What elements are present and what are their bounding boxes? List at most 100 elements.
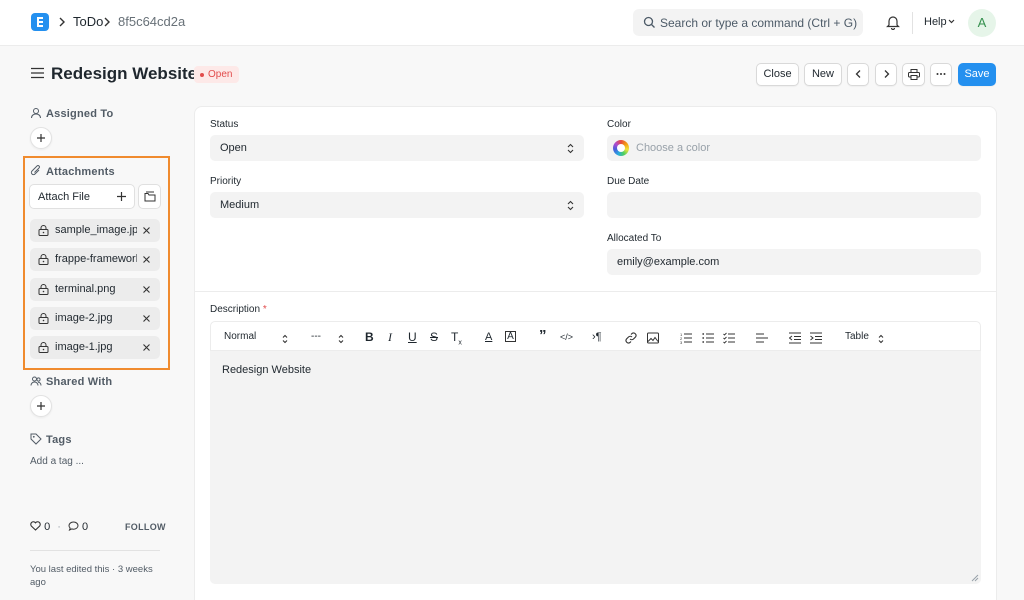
attachment-filename: sample_image.jpg (55, 224, 137, 236)
attachment-item[interactable]: image-1.jpg (30, 336, 160, 359)
help-menu[interactable]: Help (924, 16, 947, 28)
attachment-filename: frappe-framework (55, 253, 137, 265)
follow-button[interactable]: FOLLOW (125, 522, 166, 532)
previous-record-button[interactable] (847, 63, 869, 86)
select-arrows-icon[interactable] (338, 332, 344, 346)
select-arrows-icon (567, 143, 574, 154)
notification-bell-icon[interactable] (886, 14, 900, 30)
select-arrows-icon (567, 200, 574, 211)
bullet-list-icon[interactable] (702, 331, 714, 345)
italic-icon[interactable]: I (388, 330, 392, 344)
app-logo[interactable] (31, 13, 49, 31)
tag-icon (30, 433, 42, 445)
file-manager-button[interactable] (138, 184, 161, 209)
chevron-right-icon (103, 15, 113, 29)
plus-icon (37, 134, 45, 142)
heading-select[interactable]: Normal (224, 330, 256, 344)
search-placeholder: Search or type a command (Ctrl + G) (660, 16, 858, 30)
attach-file-label: Attach File (38, 191, 90, 203)
ordered-list-icon[interactable]: 123 (680, 331, 692, 345)
image-icon[interactable] (647, 331, 659, 345)
breadcrumb-todo[interactable]: ToDo (73, 15, 103, 29)
svg-text:3: 3 (680, 340, 683, 345)
chevron-down-icon[interactable] (947, 17, 956, 26)
allocated-to-field[interactable]: emily@example.com (607, 249, 981, 275)
strikethrough-icon[interactable]: S (430, 330, 438, 344)
select-arrows-icon[interactable] (878, 332, 884, 346)
attachment-item[interactable]: sample_image.jpg (30, 219, 160, 242)
status-select[interactable]: Open (210, 135, 584, 161)
attachment-item[interactable]: image-2.jpg (30, 307, 160, 330)
close-icon[interactable] (142, 255, 151, 264)
add-share-button[interactable] (30, 395, 52, 417)
next-record-button[interactable] (875, 63, 897, 86)
likes-comments: 0 · 0 (30, 521, 88, 533)
print-button[interactable] (902, 63, 925, 86)
new-button[interactable]: New (804, 63, 842, 86)
attachment-item[interactable]: frappe-framework (30, 248, 160, 271)
description-content[interactable]: Redesign Website (222, 364, 311, 377)
lock-icon (38, 313, 49, 324)
sidebar-toggle-icon[interactable] (31, 67, 44, 79)
select-arrows-icon[interactable] (282, 332, 288, 346)
align-left-icon[interactable] (756, 331, 768, 345)
close-icon[interactable] (142, 285, 151, 294)
link-icon[interactable] (625, 331, 637, 345)
avatar[interactable]: A (968, 9, 996, 37)
user-icon (31, 108, 41, 119)
resize-handle-icon[interactable] (971, 574, 979, 582)
section-divider (195, 291, 996, 292)
shared-with-section: Shared With (30, 376, 112, 388)
bold-icon[interactable]: B (365, 330, 374, 344)
required-mark: * (262, 304, 267, 315)
blockquote-icon[interactable]: ” (539, 328, 547, 343)
table-select[interactable]: Table (845, 330, 869, 344)
breadcrumb-record-id[interactable]: 8f5c64cd2a (118, 15, 185, 29)
underline-icon[interactable]: U (408, 330, 417, 344)
highlight-color-icon[interactable]: A (505, 331, 516, 342)
color-wheel-icon[interactable] (613, 140, 629, 156)
checklist-icon[interactable] (723, 331, 735, 345)
indent-icon[interactable] (810, 331, 822, 345)
priority-select[interactable]: Medium (210, 192, 584, 218)
text-direction-icon[interactable]: ›¶ (592, 330, 602, 344)
description-editor[interactable]: Redesign Website (210, 351, 981, 584)
likes-count: 0 (44, 521, 51, 533)
color-placeholder: Choose a color (636, 142, 710, 154)
priority-label: Priority (210, 176, 242, 187)
close-icon[interactable] (142, 314, 151, 323)
close-icon[interactable] (142, 226, 151, 235)
save-button[interactable]: Save (958, 63, 996, 86)
heart-icon[interactable] (30, 521, 41, 531)
chevron-left-icon (855, 70, 860, 78)
users-icon (30, 376, 42, 386)
more-actions-button[interactable] (930, 63, 952, 86)
status-badge: Open (194, 66, 240, 83)
attach-file-button[interactable]: Attach File (29, 184, 135, 209)
add-assignee-button[interactable] (30, 127, 52, 149)
size-select[interactable]: --- (311, 330, 321, 344)
due-date-field[interactable] (607, 192, 981, 218)
clear-format-icon[interactable]: Tx (451, 330, 462, 346)
text-color-icon[interactable]: A (485, 330, 492, 344)
comments-count: 0 (82, 521, 89, 533)
search-input[interactable]: Search or type a command (Ctrl + G) (633, 9, 863, 36)
page-title: Redesign Website (51, 64, 198, 83)
outdent-icon[interactable] (789, 331, 801, 345)
close-button[interactable]: Close (756, 63, 799, 86)
attachment-item[interactable]: terminal.png (30, 278, 160, 301)
search-icon (643, 16, 655, 28)
allocated-to-label: Allocated To (607, 233, 662, 244)
comment-icon[interactable] (68, 521, 79, 531)
priority-select-value: Medium (220, 199, 260, 211)
status-select-value: Open (220, 142, 247, 154)
attachments-section: Attachments (30, 165, 115, 178)
due-date-label: Due Date (607, 176, 650, 187)
shared-with-label: Shared With (46, 376, 113, 388)
assigned-to-section: Assigned To (30, 108, 113, 120)
code-block-icon[interactable]: </> (560, 330, 573, 344)
add-tag-link[interactable]: Add a tag ... (30, 456, 84, 468)
close-icon[interactable] (142, 343, 151, 352)
color-picker-field[interactable]: Choose a color (607, 135, 981, 161)
attachment-filename: image-1.jpg (55, 341, 113, 353)
